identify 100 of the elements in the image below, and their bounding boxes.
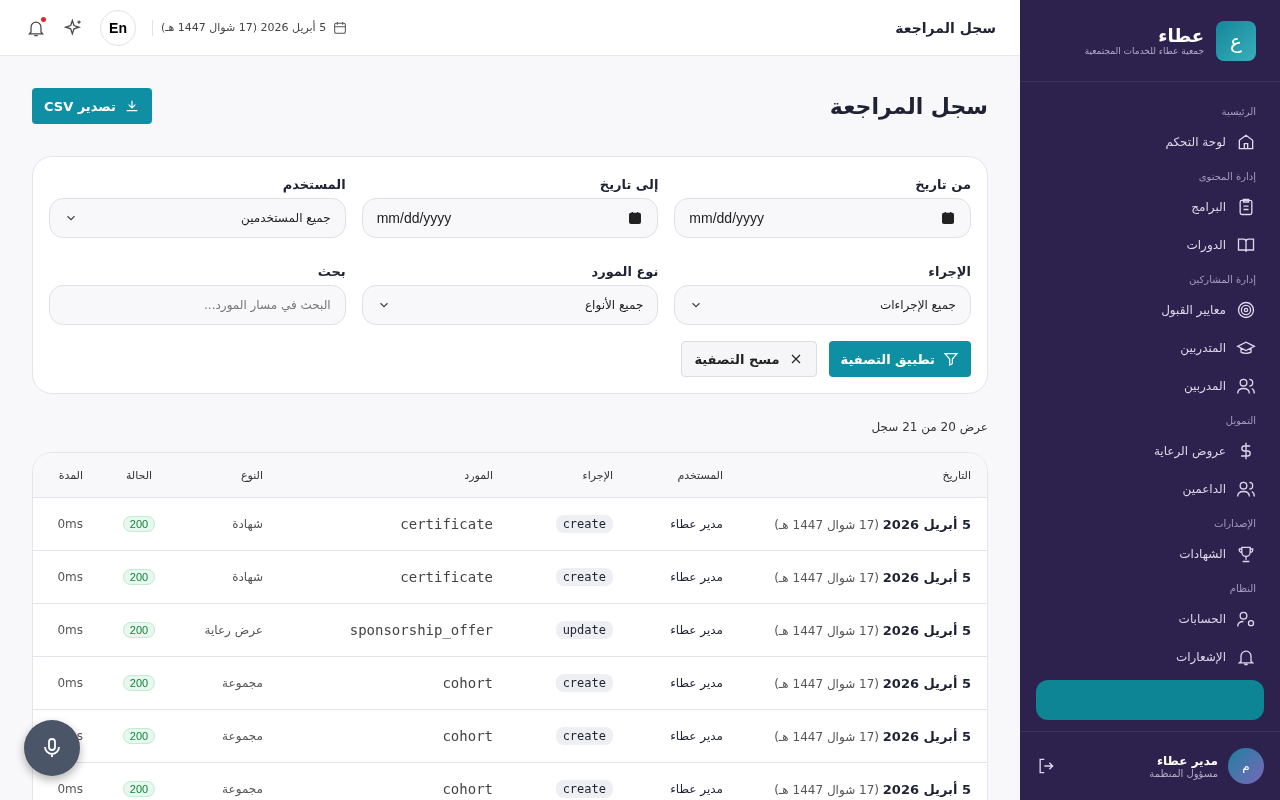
hijri-date-text: (17 شوال 1447 هـ)	[774, 729, 879, 744]
status-badge: 200	[122, 569, 156, 585]
field-label: بحث	[316, 264, 346, 279]
calendar-icon	[940, 210, 956, 226]
action-tag: create	[555, 568, 613, 586]
app-name: عطاء	[1157, 25, 1204, 46]
resource-cell: sponsorship_offer	[349, 622, 493, 638]
duration-cell: 0ms	[57, 782, 83, 796]
home-icon	[1236, 132, 1256, 152]
field-label: نوع المورد	[590, 264, 659, 279]
user-cell: مدير عطاء	[670, 729, 723, 743]
duration-cell: 0ms	[57, 517, 83, 531]
calendar-icon	[332, 19, 349, 36]
header-date: 5 أبريل 2026 (17 شوال 1447 هـ)	[161, 21, 327, 34]
column-header: المدة	[33, 453, 99, 498]
nav-item[interactable]: الحسابات	[1036, 600, 1264, 638]
user-cell: مدير عطاء	[670, 517, 723, 531]
action-tag: create	[555, 674, 613, 692]
status-badge: 200	[122, 728, 156, 744]
calendar-icon	[627, 210, 644, 226]
nav-section-title: التمويل	[1224, 414, 1257, 428]
resource-cell: cohort	[442, 675, 493, 691]
export-button[interactable]: تصدير CSV	[32, 88, 152, 124]
resource-cell: certificate	[400, 516, 493, 532]
date-text: 5 أبريل 2026	[882, 516, 971, 532]
status-badge: 200	[122, 622, 156, 638]
nav-item[interactable]: الإشعارات	[1036, 638, 1264, 676]
nav-section-title: النظام	[1228, 582, 1257, 596]
type-cell: مجموعة	[222, 782, 263, 796]
duration-cell: 0ms	[57, 623, 83, 637]
resource-cell: certificate	[400, 569, 493, 585]
user-cell: مدير عطاء	[670, 676, 723, 690]
nav-item[interactable]: الدورات	[1036, 226, 1264, 264]
filter-icon	[943, 351, 959, 367]
sparkle-icon[interactable]	[64, 17, 84, 38]
header-title: سجل المراجعة	[895, 19, 996, 36]
status-badge: 200	[122, 675, 156, 691]
date-text: 5 أبريل 2026	[882, 569, 971, 585]
column-header: النوع	[179, 453, 279, 498]
hijri-date-text: (17 شوال 1447 هـ)	[774, 623, 879, 638]
nav-item[interactable]: المدربين	[1036, 367, 1264, 405]
action-tag: create	[555, 515, 613, 533]
app-subtitle: جمعية عطاء للخدمات المجتمعية	[1084, 46, 1204, 56]
field-label: إلى تاريخ	[598, 177, 659, 192]
duration-cell: s	[76, 729, 83, 743]
hijri-date-text: (17 شوال 1447 هـ)	[774, 782, 879, 797]
action-tag: create	[555, 780, 613, 798]
user-role: مسؤول المنظمة	[1148, 767, 1218, 779]
logo: ع	[1216, 20, 1256, 61]
status-badge: 200	[122, 516, 156, 532]
type-cell: شهادة	[232, 570, 263, 584]
target-icon	[1236, 300, 1256, 320]
apply-filter-button[interactable]: تطبيق التصفية	[828, 341, 971, 377]
duration-cell: 0ms	[57, 676, 83, 690]
search-field[interactable]: البحث في مسار المورد...	[49, 285, 346, 325]
type-cell: عرض رعاية	[204, 623, 263, 637]
select-field[interactable]: جميع الأنواع	[361, 285, 659, 325]
nav-section-title: الرئيسية	[1220, 105, 1257, 119]
users-icon	[1236, 479, 1256, 499]
nav-section-title: إدارة المحتوى	[1197, 170, 1257, 185]
type-cell: شهادة	[232, 517, 263, 531]
select-field[interactable]: جميع المستخدمين	[49, 198, 346, 238]
nav-item[interactable]: لوحة التحكم	[1036, 123, 1264, 161]
clear-filter-button[interactable]: مسح التصفية	[681, 341, 817, 377]
date-field[interactable]: mm/dd/yyyy	[674, 198, 971, 238]
page-title: سجل المراجعة	[829, 93, 988, 119]
user-cell: مدير عطاء	[670, 623, 723, 637]
nav-item[interactable]: الداعمين	[1036, 470, 1264, 508]
column-header: الإجراء	[509, 453, 629, 498]
status-badge: 200	[122, 781, 156, 797]
date-text: 5 أبريل 2026	[882, 781, 971, 797]
nav-item[interactable]: البرامج	[1036, 188, 1264, 226]
column-header: الحالة	[99, 453, 179, 498]
record-count: عرض 20 من 21 سجل	[870, 420, 988, 434]
hijri-date-text: (17 شوال 1447 هـ)	[774, 517, 879, 532]
user-name: مدير عطاء	[1155, 753, 1218, 768]
nav-item[interactable]: معايير القبول	[1036, 291, 1264, 329]
select-field[interactable]: جميع الإجراءات	[674, 285, 971, 325]
type-cell: مجموعة	[222, 676, 263, 690]
field-label: المستخدم	[281, 177, 346, 192]
duration-cell: 0ms	[57, 570, 83, 584]
date-text: 5 أبريل 2026	[882, 622, 971, 638]
language-button[interactable]: En	[100, 9, 136, 46]
nav-item[interactable]: الشهادات	[1036, 535, 1264, 573]
field-label: الإجراء	[927, 264, 971, 279]
field-label: من تاريخ	[914, 177, 971, 192]
user-avatar: م	[1228, 748, 1264, 784]
nav-section-title: الإصدارات	[1212, 517, 1257, 532]
nav-item[interactable]: عروض الرعاية	[1036, 432, 1264, 470]
action-tag: create	[555, 727, 613, 745]
hijri-date-text: (17 شوال 1447 هـ)	[774, 570, 879, 585]
column-header: المورد	[279, 453, 509, 498]
resource-cell: cohort	[442, 728, 493, 744]
date-text: 5 أبريل 2026	[882, 728, 971, 744]
trophy-icon	[1236, 544, 1256, 564]
date-field[interactable]: mm/dd/yyyy	[361, 198, 659, 238]
hijri-date-text: (17 شوال 1447 هـ)	[774, 676, 879, 691]
type-cell: مجموعة	[222, 729, 263, 743]
user-cell: مدير عطاء	[670, 782, 723, 796]
nav-item[interactable]: المتدربين	[1036, 329, 1264, 367]
